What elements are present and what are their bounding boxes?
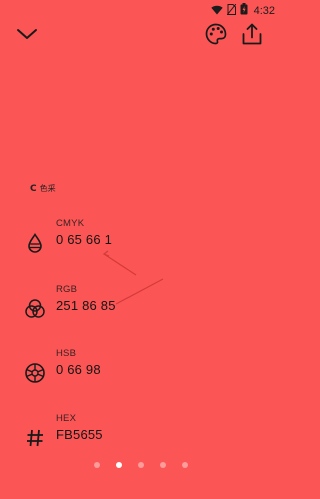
wifi-icon [210, 2, 223, 20]
page-dot[interactable] [181, 462, 188, 468]
share-button[interactable] [240, 23, 264, 49]
hsb-value[interactable]: 0 66 98 [56, 362, 101, 377]
hsb-label: HSB [56, 348, 77, 359]
page-dot[interactable] [93, 462, 100, 468]
page-dot[interactable] [159, 462, 166, 468]
hex-value[interactable]: FB5655 [56, 427, 103, 442]
cmyk-row[interactable]: CMYK 0 65 66 1 [24, 218, 264, 258]
brand: C 色采 [30, 183, 56, 194]
page-dot[interactable] [115, 462, 122, 468]
cmyk-label: CMYK [56, 218, 85, 229]
rgb-row[interactable]: RGB 251 86 85 [24, 284, 264, 324]
color-wheel-icon [24, 362, 46, 384]
status-bar: 4:32 [0, 0, 281, 18]
palette-icon [205, 23, 227, 50]
status-icons: 4:32 [210, 2, 275, 20]
collapse-button[interactable] [14, 24, 40, 48]
hex-label: HEX [56, 413, 77, 424]
page-indicator [0, 460, 281, 470]
battery-icon [240, 2, 248, 20]
rgb-label: RGB [56, 284, 78, 295]
chevron-down-icon [16, 27, 38, 46]
share-icon [241, 22, 263, 51]
hsb-row[interactable]: HSB 0 66 98 [24, 348, 264, 388]
page-dot[interactable] [137, 462, 144, 468]
cmyk-value[interactable]: 0 65 66 1 [56, 232, 112, 247]
drop-icon [24, 232, 46, 254]
sim-icon [226, 2, 236, 20]
brand-name: 色采 [39, 184, 56, 193]
palette-button[interactable] [204, 23, 228, 50]
rgb-circles-icon [24, 298, 46, 320]
status-time: 4:32 [253, 5, 275, 17]
brand-logo-icon: C [30, 183, 37, 194]
rgb-value[interactable]: 251 86 85 [56, 298, 116, 313]
hash-icon [24, 427, 46, 449]
hex-row[interactable]: HEX FB5655 [24, 413, 264, 453]
color-detail-screen: 4:32 C 色采 CMYK 0 65 66 1 RGB 251 86 85 H… [0, 0, 281, 499]
